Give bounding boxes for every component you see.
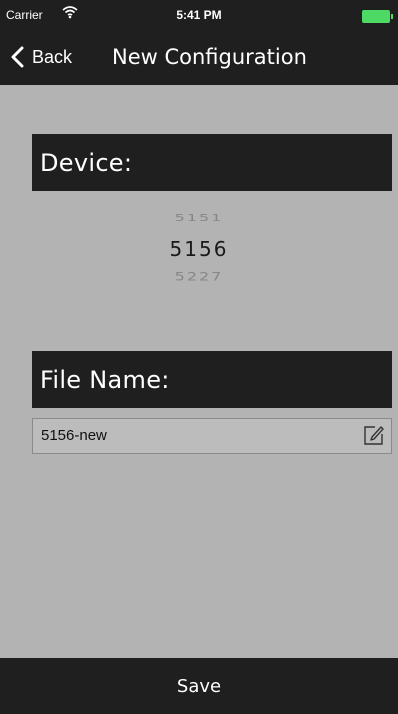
save-label: Save <box>176 675 222 697</box>
file-name-value[interactable]: 5156-new <box>41 419 107 453</box>
device-header-label: Device: <box>40 148 133 177</box>
page-title: New Configuration <box>112 45 307 69</box>
picker-option-next[interactable]: 5227 <box>0 270 398 283</box>
edit-icon[interactable] <box>363 424 385 446</box>
status-bar: Carrier 5:41 PM <box>0 0 398 34</box>
save-button[interactable]: Save <box>0 658 398 714</box>
battery-icon <box>362 10 393 23</box>
file-name-header-label: File Name: <box>40 365 170 394</box>
device-header: Device: <box>32 134 392 191</box>
chevron-left-icon <box>11 46 24 68</box>
file-name-header: File Name: <box>32 351 392 408</box>
picker-option-selected[interactable]: 5156 <box>0 237 398 261</box>
back-label: Back <box>32 46 73 67</box>
picker-option-previous[interactable]: 5151 <box>0 212 398 223</box>
file-name-field[interactable]: 5156-new <box>32 418 392 454</box>
nav-bar: Back New Configuration <box>0 34 398 85</box>
device-picker[interactable]: 5151 5156 5227 <box>0 200 398 300</box>
back-button[interactable]: Back <box>10 34 72 80</box>
status-time: 5:41 PM <box>176 8 222 22</box>
